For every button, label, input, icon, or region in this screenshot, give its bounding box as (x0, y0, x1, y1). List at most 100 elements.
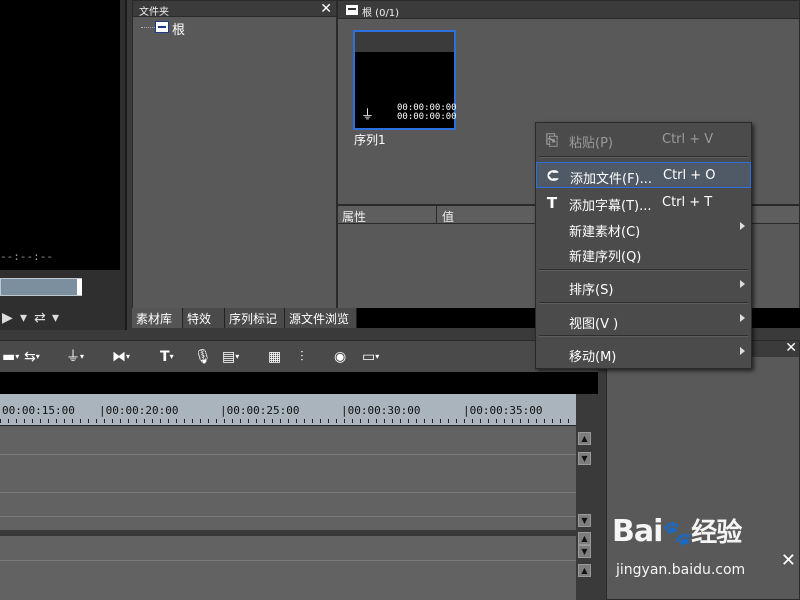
menu-item-shortcut: Ctrl + T (662, 195, 713, 210)
tab-effects[interactable]: 特效 (183, 308, 225, 328)
menu-item-add-file[interactable]: ⮈ 添加文件(F)... Ctrl + O (536, 162, 751, 188)
transition-button[interactable]: ⧓▾ (112, 347, 130, 367)
menu-item-label: 添加字幕(T)... (569, 199, 652, 214)
context-menu: ⎘ 粘贴(P) Ctrl + V ⮈ 添加文件(F)... Ctrl + O T… (535, 122, 752, 369)
menu-item-label: 粘贴(P) (569, 136, 613, 151)
column-value[interactable]: 值 (442, 208, 454, 225)
menu-item-view[interactable]: 视图(V ) (536, 308, 751, 334)
dropdown-arrow-icon[interactable]: ▾ (20, 310, 27, 330)
timeline-ruler[interactable]: 00:00:15:00 |00:00:20:00 |00:00:25:00 |0… (0, 394, 576, 426)
menu-item-label: 新建素材(C) (569, 225, 641, 240)
player-scrub-bar[interactable] (0, 278, 82, 296)
watermark-brand: Bai🐾经验 (612, 512, 742, 549)
menu-item-add-title[interactable]: T 添加字幕(T)... Ctrl + T (536, 190, 751, 216)
track-gap (0, 530, 576, 536)
timeline-scrollbar[interactable]: ▲ ▼ ▼ ▲ ▼ ▲ (576, 426, 598, 600)
close-icon[interactable]: ✕ (785, 340, 797, 356)
menu-item-label: 视图(V ) (569, 317, 619, 332)
paw-icon: 🐾 (662, 519, 692, 547)
export-button[interactable]: ▭▾ (362, 347, 379, 367)
menu-item-shortcut: Ctrl + O (663, 168, 716, 183)
title-t-icon[interactable]: T▾ (160, 347, 174, 367)
sequence-thumbnail[interactable]: ⏚ 00:00:00:00 00:00:00:00 (353, 30, 457, 130)
menu-separator (539, 269, 748, 271)
ruler-label: |00:00:20:00 (99, 404, 179, 417)
scroll-down-button[interactable]: ▼ (578, 545, 591, 558)
submenu-arrow-icon (740, 280, 745, 288)
grid-icon[interactable]: ▦ (268, 347, 281, 367)
menu-item-new-clip[interactable]: 新建素材(C) (536, 216, 751, 242)
track-divider (0, 454, 576, 455)
menu-separator (539, 156, 748, 158)
track-divider (0, 560, 576, 561)
ruler-label: |00:00:25:00 (220, 404, 300, 417)
tab-source-browser[interactable]: 源文件浏览 (285, 308, 357, 328)
submenu-arrow-icon (740, 314, 745, 322)
watermark-brand-right: 经验 (691, 518, 742, 548)
thumbnail-header (355, 32, 454, 52)
timeline-toolbar: ▬▾ ⇆▾ ⏚▾ ⧓▾ T▾ 🎙 ▤▾ ▦ ⫶ ◉ ▭▾ (0, 340, 598, 372)
ruler-ticks (0, 419, 576, 423)
track-divider (0, 516, 576, 517)
menu-item-label: 排序(S) (569, 283, 614, 298)
audio-level-button[interactable]: ⏚▾ (66, 347, 84, 367)
menu-separator (539, 302, 748, 304)
menu-item-sort[interactable]: 排序(S) (536, 274, 751, 300)
scroll-up-button[interactable]: ▲ (578, 432, 591, 445)
player-panel: --:--:-- ▶ ▾ ⇄ ▾ (0, 0, 127, 336)
menu-item-shortcut: Ctrl + V (662, 132, 714, 147)
watermark-brand-left: Bai (612, 514, 663, 549)
submenu-arrow-icon (740, 222, 745, 230)
scroll-up-button[interactable]: ▲ (578, 532, 591, 545)
timeline-header-strip (0, 372, 598, 394)
ripple-button[interactable]: ⇆▾ (24, 347, 40, 367)
player-screen (0, 0, 120, 270)
scroll-down-button[interactable]: ▼ (578, 452, 591, 465)
menu-item-new-sequence[interactable]: 新建序列(Q) (536, 241, 751, 267)
menu-item-label: 新建序列(Q) (569, 250, 642, 265)
play-button[interactable]: ▶ (2, 310, 13, 330)
folder-panel-title: 文件夹 (139, 7, 169, 18)
column-divider[interactable] (436, 206, 437, 224)
add-file-icon: ⮈ (547, 167, 559, 185)
tree-connector (141, 27, 155, 28)
microphone-icon[interactable]: 🎙 (194, 347, 212, 367)
color-wheel-icon[interactable]: ◉ (334, 347, 346, 367)
close-icon[interactable]: ✕ (781, 550, 796, 571)
paste-icon: ⎘ (545, 131, 558, 149)
dropdown-arrow-icon[interactable]: ▾ (52, 310, 59, 330)
submenu-arrow-icon (740, 347, 745, 355)
folder-icon (346, 5, 358, 15)
mixer-icon[interactable]: ⫶ (300, 347, 304, 367)
tab-asset-bin[interactable]: 素材库 (132, 308, 183, 328)
loop-button[interactable]: ⇄ (34, 310, 46, 330)
timeline-tracks[interactable] (0, 426, 576, 600)
player-timecode: --:--:-- (0, 250, 53, 263)
player-scrub-handle[interactable] (77, 279, 82, 295)
folder-icon (155, 21, 169, 33)
menu-item-label: 添加文件(F)... (570, 172, 653, 187)
menu-item-paste[interactable]: ⎘ 粘贴(P) Ctrl + V (536, 127, 751, 153)
bin-panel-title: 根 (0/1) (362, 8, 400, 19)
menu-item-label: 移动(M) (569, 350, 617, 365)
folder-tree-label: 根 (172, 23, 186, 38)
split-button[interactable]: ▬▾ (2, 347, 19, 367)
menu-item-move[interactable]: 移动(M) (536, 341, 751, 367)
ruler-label: 00:00:15:00 (2, 404, 75, 417)
ruler-label: |00:00:30:00 (341, 404, 421, 417)
sequence-caption: 序列1 (354, 133, 386, 147)
timecode-out: 00:00:00:00 (397, 112, 457, 122)
column-property[interactable]: 属性 (342, 208, 366, 225)
scroll-up-button[interactable]: ▲ (578, 564, 591, 577)
close-icon[interactable]: ✕ (320, 1, 332, 17)
render-button[interactable]: ▤▾ (222, 347, 239, 367)
panel-divider[interactable] (598, 340, 606, 600)
menu-separator (539, 335, 748, 337)
ruler-label: |00:00:35:00 (463, 404, 543, 417)
folder-panel: 文件夹 ✕ 根 (132, 0, 337, 310)
folder-tree-item-root[interactable]: 根 (141, 19, 331, 38)
scroll-down-button[interactable]: ▼ (578, 514, 591, 527)
bin-panel-header: 根 (0/1) (338, 1, 799, 19)
baidu-jingyan-watermark: Bai🐾经验 jingyan.baidu.com ✕ (612, 512, 798, 598)
tab-sequence-markers[interactable]: 序列标记 (225, 308, 285, 328)
